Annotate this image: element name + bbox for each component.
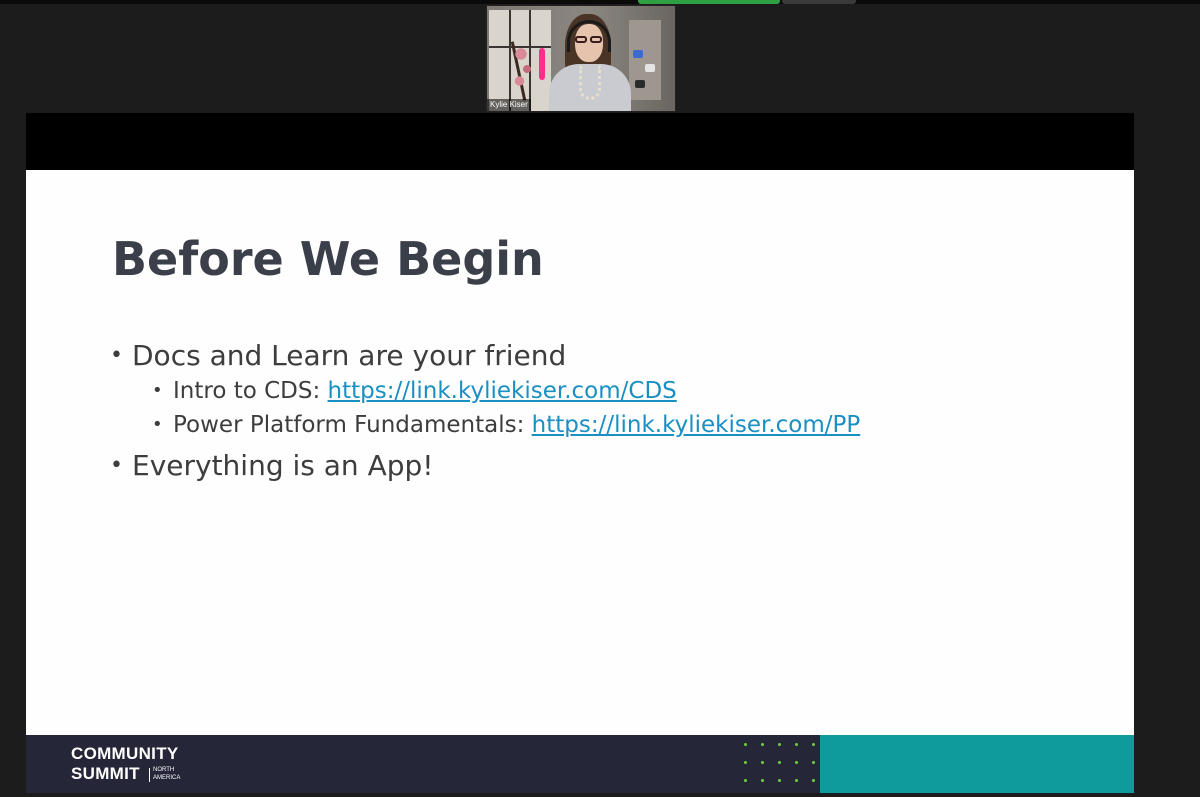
dot-grid-dot — [761, 779, 764, 782]
dot-grid-dot — [812, 779, 815, 782]
bullet-item: • Everything is an App! — [110, 448, 860, 484]
dot-grid-dot — [795, 743, 798, 746]
bullet-dot-icon: • — [110, 343, 123, 368]
logo-region-line: NORTH — [153, 767, 175, 773]
slide-footer: COMMUNITY SUMMIT NORTH AMERICA — [26, 735, 1134, 793]
screen-share-indicator[interactable] — [638, 0, 780, 4]
screen-share-options[interactable] — [782, 0, 856, 4]
dot-grid-decoration — [740, 741, 820, 791]
shelf-item — [633, 50, 643, 58]
dot-grid-dot — [744, 743, 747, 746]
logo-region-line: AMERICA — [153, 775, 181, 781]
dot-grid-dot — [744, 761, 747, 764]
participant-name-label: Kylie Kiser — [487, 99, 531, 111]
sub-bullet-item: • Power Platform Fundamentals: https://l… — [110, 408, 860, 442]
dot-grid-dot — [778, 779, 781, 782]
logo-divider — [149, 768, 150, 782]
bullet-text: Everything is an App! — [132, 449, 434, 482]
dot-grid-dot — [795, 779, 798, 782]
footer-accent-block — [820, 735, 1134, 793]
bullet-dot-icon: • — [152, 414, 163, 435]
presentation-slide: Before We Begin • Docs and Learn are you… — [26, 170, 1134, 735]
bullet-list: • Docs and Learn are your friend • Intro… — [110, 338, 860, 484]
shelf-item — [635, 80, 645, 88]
pp-link[interactable]: https://link.kyliekiser.com/PP — [532, 412, 861, 438]
dot-grid-dot — [761, 743, 764, 746]
sub-bullet-item: • Intro to CDS: https://link.kyliekiser.… — [110, 374, 860, 408]
cds-link[interactable]: https://link.kyliekiser.com/CDS — [328, 378, 677, 404]
dot-grid-dot — [812, 761, 815, 764]
dot-grid-dot — [812, 743, 815, 746]
bullet-text: Docs and Learn are your friend — [132, 339, 567, 372]
sub-bullet-label: Intro to CDS: — [173, 378, 328, 404]
bullet-item: • Docs and Learn are your friend — [110, 338, 860, 374]
participant-necklace — [579, 66, 601, 100]
dot-grid-dot — [778, 743, 781, 746]
slide-title: Before We Begin — [112, 232, 544, 286]
participant-video-tile[interactable]: Kylie Kiser — [486, 5, 676, 112]
blossom-decoration — [509, 36, 539, 96]
community-summit-logo: SUMMIT — [71, 764, 140, 783]
shelf-item — [645, 64, 655, 72]
dot-grid-dot — [778, 761, 781, 764]
bullet-dot-icon: • — [152, 380, 163, 401]
dot-grid-dot — [761, 761, 764, 764]
community-summit-logo: COMMUNITY — [71, 744, 179, 763]
logo-region: NORTH AMERICA — [153, 766, 180, 782]
pink-lamp — [539, 48, 545, 80]
meeting-top-bar — [0, 0, 1200, 4]
dot-grid-dot — [744, 779, 747, 782]
sub-bullet-label: Power Platform Fundamentals: — [173, 412, 532, 438]
bullet-dot-icon: • — [110, 453, 123, 478]
background-shelf — [629, 20, 661, 100]
dot-grid-dot — [795, 761, 798, 764]
